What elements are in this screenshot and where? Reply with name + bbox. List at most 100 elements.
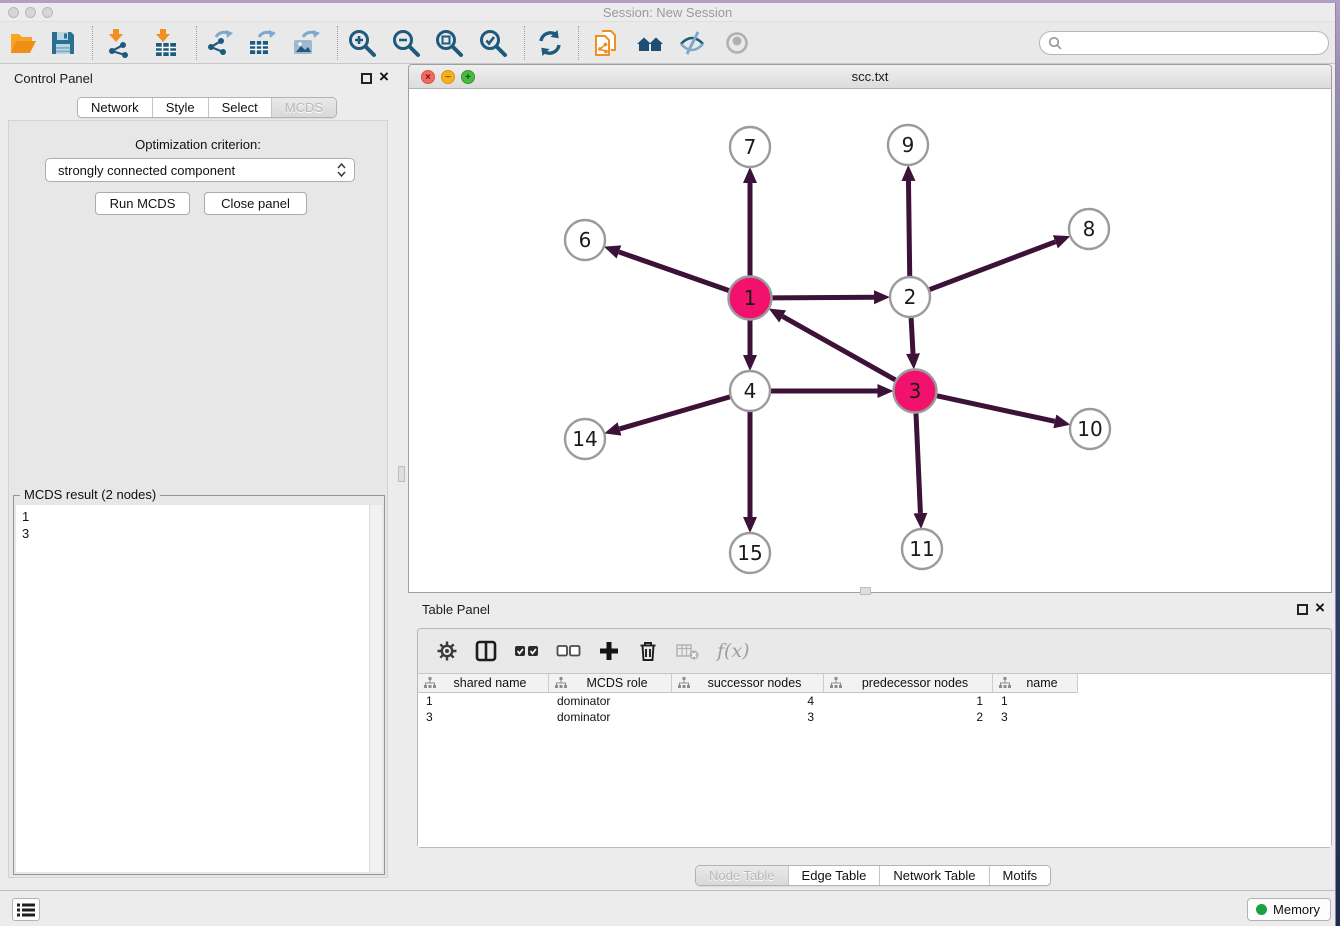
search-field[interactable] <box>1039 31 1329 55</box>
table-cell[interactable]: 3 <box>418 709 549 725</box>
tab-select[interactable]: Select <box>208 98 271 117</box>
zoom-fit-icon[interactable] <box>434 28 464 58</box>
table-cell[interactable]: 3 <box>993 709 1078 725</box>
column-header-shared-name[interactable]: shared name <box>418 674 549 693</box>
float-table-panel-icon[interactable] <box>1297 604 1308 615</box>
export-network-icon[interactable] <box>204 28 234 58</box>
close-table-panel-icon[interactable]: × <box>1315 598 1325 618</box>
tab-mcds[interactable]: MCDS <box>271 98 336 117</box>
table-panel: Table Panel × f(x) <box>408 595 1332 890</box>
toolbar-separator <box>337 26 338 60</box>
window-titlebar: Session: New Session <box>0 3 1335 22</box>
close-panel-icon[interactable]: × <box>379 67 389 87</box>
open-file-icon[interactable] <box>8 28 38 58</box>
first-neighbors-icon[interactable] <box>635 28 665 58</box>
delete-table-icon <box>676 641 700 661</box>
criterion-dropdown-value: strongly connected component <box>58 163 337 178</box>
table-row[interactable]: 3dominator323 <box>418 709 1078 725</box>
create-column-plus-icon[interactable] <box>598 640 620 662</box>
zoom-out-icon[interactable] <box>391 28 421 58</box>
zoom-in-icon[interactable] <box>347 28 377 58</box>
graph-node-label: 2 <box>904 285 917 309</box>
tab-network[interactable]: Network <box>78 98 152 117</box>
table-settings-gear-icon[interactable] <box>436 640 458 662</box>
show-all-icon[interactable] <box>722 28 752 58</box>
refresh-layout-icon[interactable] <box>535 28 565 58</box>
memory-status-icon <box>1256 904 1267 915</box>
function-builder-icon: f(x) <box>717 640 750 662</box>
table-cell[interactable]: 1 <box>418 693 549 709</box>
column-header-name[interactable]: name <box>993 674 1078 693</box>
table-cell[interactable]: 3 <box>672 709 824 725</box>
save-session-icon[interactable] <box>48 28 78 58</box>
result-scrollbar[interactable] <box>369 505 382 872</box>
graph-node-label: 15 <box>737 541 762 565</box>
desktop: Session: New Session <box>0 0 1340 926</box>
graph-node-label: 8 <box>1083 217 1096 241</box>
node-table[interactable]: shared nameMCDS rolesuccessor nodesprede… <box>418 673 1331 847</box>
toolbar-separator <box>196 26 197 60</box>
table-cell[interactable]: 4 <box>672 693 824 709</box>
column-header-successor-nodes[interactable]: successor nodes <box>672 674 824 693</box>
float-panel-icon[interactable] <box>361 73 372 84</box>
graph-edge-2-9[interactable] <box>908 181 909 276</box>
graph-edge-3-1[interactable] <box>783 316 896 380</box>
delete-column-trash-icon[interactable] <box>637 640 659 662</box>
column-layout-icon[interactable] <box>475 640 497 662</box>
graph-node-label: 7 <box>744 135 757 159</box>
graph-edge-2-3[interactable] <box>911 318 913 354</box>
optimization-criterion-label: Optimization criterion: <box>9 137 387 152</box>
zoom-selected-icon[interactable] <box>478 28 508 58</box>
network-canvas[interactable]: 7968124314101511 <box>409 89 1331 592</box>
graph-edge-1-6[interactable] <box>619 252 729 291</box>
main-toolbar <box>0 22 1335 64</box>
task-history-button[interactable] <box>12 898 40 921</box>
table-row[interactable]: 1dominator411 <box>418 693 1078 709</box>
mcds-result-textarea[interactable]: 1 3 <box>16 505 382 872</box>
graph-edge-1-2[interactable] <box>772 297 874 298</box>
deselect-all-columns-icon[interactable] <box>556 641 581 661</box>
tab-motifs[interactable]: Motifs <box>989 866 1051 885</box>
network-window-title: scc.txt <box>409 69 1331 84</box>
graph-edge-4-14[interactable] <box>620 397 730 429</box>
close-panel-button[interactable]: Close panel <box>204 192 307 215</box>
table-cell[interactable]: 2 <box>824 709 993 725</box>
graph-edge-2-8[interactable] <box>930 242 1056 290</box>
graph-edge-3-11[interactable] <box>916 413 920 513</box>
horizontal-splitter-handle[interactable] <box>860 587 871 595</box>
clone-network-icon[interactable] <box>591 28 621 58</box>
select-all-columns-icon[interactable] <box>514 641 539 661</box>
table-cell[interactable]: dominator <box>549 709 672 725</box>
run-mcds-button[interactable]: Run MCDS <box>95 192 190 215</box>
import-table-icon[interactable] <box>151 28 181 58</box>
export-image-icon[interactable] <box>291 28 321 58</box>
graph-node-label: 14 <box>572 427 597 451</box>
table-cell[interactable]: dominator <box>549 693 672 709</box>
column-header-MCDS-role[interactable]: MCDS role <box>549 674 672 693</box>
status-bar: Memory <box>0 890 1335 926</box>
search-input[interactable] <box>1067 36 1328 51</box>
hide-selected-icon[interactable] <box>677 28 707 58</box>
graph-node-label: 4 <box>744 379 757 403</box>
network-window-titlebar[interactable]: × − + scc.txt <box>409 65 1331 89</box>
tab-edge-table[interactable]: Edge Table <box>788 866 880 885</box>
graph-edge-3-10[interactable] <box>937 396 1055 422</box>
tab-node-table[interactable]: Node Table <box>696 866 788 885</box>
table-toolbar: f(x) <box>418 629 1331 673</box>
memory-button[interactable]: Memory <box>1247 898 1331 921</box>
table-header-row: shared nameMCDS rolesuccessor nodesprede… <box>418 674 1078 693</box>
graph-node-label: 1 <box>744 286 757 310</box>
column-header-predecessor-nodes[interactable]: predecessor nodes <box>824 674 993 693</box>
tab-style[interactable]: Style <box>152 98 208 117</box>
export-table-icon[interactable] <box>247 28 277 58</box>
mcds-result-lines: 1 3 <box>22 508 29 542</box>
app-window: Session: New Session <box>0 3 1336 926</box>
import-network-icon[interactable] <box>104 28 134 58</box>
graph-node-label: 11 <box>909 537 934 561</box>
table-cell[interactable]: 1 <box>993 693 1078 709</box>
table-cell[interactable]: 1 <box>824 693 993 709</box>
tab-network-table[interactable]: Network Table <box>879 866 988 885</box>
criterion-dropdown[interactable]: strongly connected component <box>45 158 355 182</box>
control-panel: Control Panel × Network Style Select MCD… <box>0 64 396 890</box>
vertical-splitter-handle[interactable] <box>398 466 405 482</box>
